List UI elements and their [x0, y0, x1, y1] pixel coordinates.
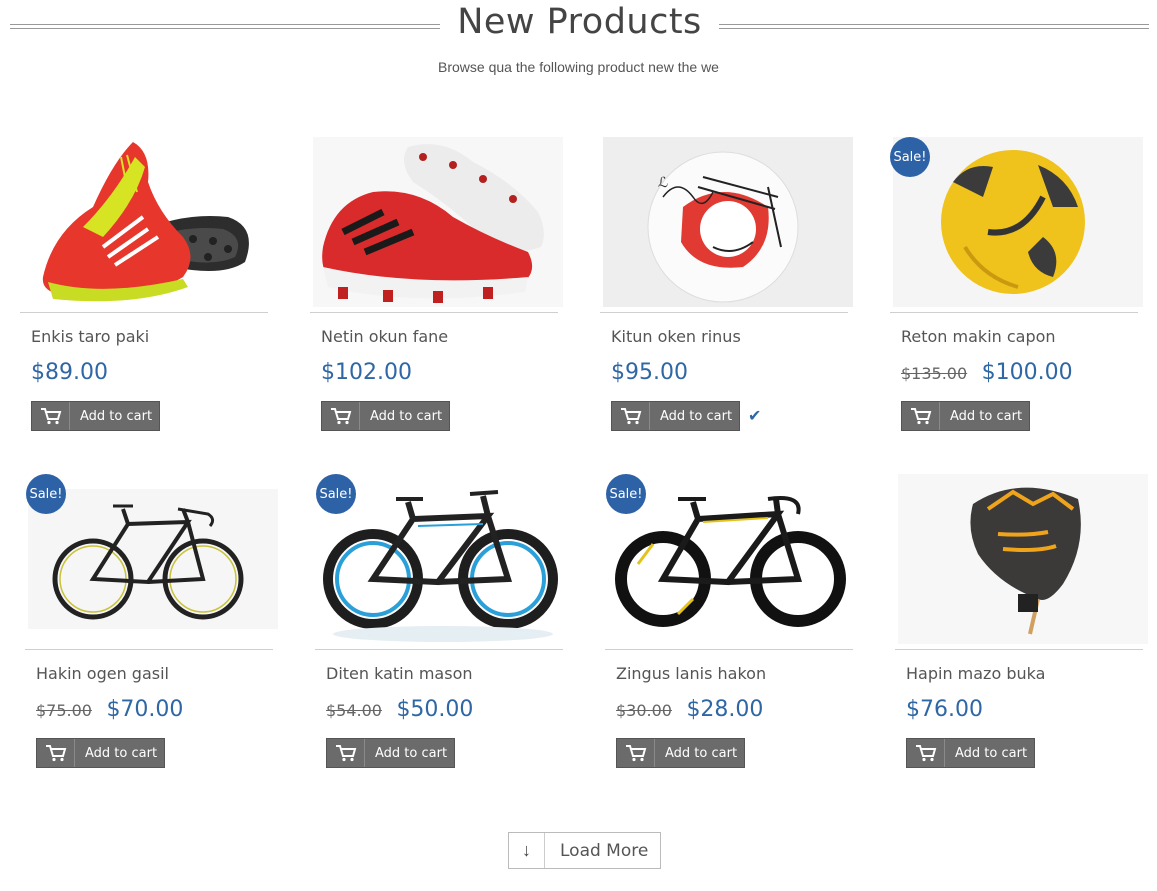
add-to-cart-label: Add to cart [660, 408, 733, 424]
product-card: Sale! Diten katin mason $54.00 $50.00 Ad… [315, 474, 568, 774]
product-old-price: $30.00 [616, 701, 672, 720]
product-prices: $102.00 [321, 360, 412, 385]
add-to-cart-label: Add to cart [950, 408, 1023, 424]
product-name[interactable]: Hakin ogen gasil [36, 664, 169, 683]
sale-badge: Sale! [606, 474, 646, 514]
product-name[interactable]: Reton makin capon [901, 327, 1056, 346]
add-to-cart-button[interactable]: Add to cart [36, 738, 165, 768]
add-to-cart-button[interactable]: Add to cart [321, 401, 450, 431]
product-prices: $89.00 [31, 360, 108, 385]
cart-icon [902, 402, 940, 430]
product-name[interactable]: Enkis taro paki [31, 327, 149, 346]
product-price: $95.00 [611, 360, 688, 385]
cart-icon [32, 402, 70, 430]
product-card: Sale! Reton makin capon $135.00 $100.00 … [890, 137, 1143, 437]
product-card: Sale! Hakin ogen gasil $75.00 $70.00 Add… [25, 474, 278, 774]
product-old-price: $75.00 [36, 701, 92, 720]
card-divider [890, 312, 1138, 313]
product-image-signed-ball[interactable]: ℒ [603, 137, 853, 307]
product-image-fat-bike[interactable] [318, 474, 568, 644]
arrow-down-icon: ↓ [509, 833, 545, 868]
product-price: $102.00 [321, 360, 412, 385]
add-to-cart-label: Add to cart [955, 745, 1028, 761]
product-prices: $75.00 $70.00 [36, 697, 183, 722]
product-name[interactable]: Netin okun fane [321, 327, 448, 346]
card-divider [895, 649, 1143, 650]
add-to-cart-button[interactable]: Add to cart [326, 738, 455, 768]
product-price: $28.00 [686, 697, 764, 722]
product-name[interactable]: Hapin mazo buka [906, 664, 1045, 683]
product-image-golf-driver[interactable] [898, 474, 1148, 644]
product-name[interactable]: Zingus lanis hakon [616, 664, 766, 683]
product-name[interactable]: Kitun oken rinus [611, 327, 741, 346]
cart-icon [327, 739, 365, 767]
section-subtitle: Browse qua the following product new the… [438, 59, 719, 75]
add-to-cart-label: Add to cart [370, 408, 443, 424]
product-old-price: $135.00 [901, 364, 968, 383]
section-header: New Products Browse qua the following pr… [0, 0, 1157, 90]
product-image-shoes[interactable] [23, 137, 273, 307]
card-divider [25, 649, 273, 650]
product-old-price: $54.00 [326, 701, 382, 720]
product-image-cleats[interactable] [313, 137, 563, 307]
sale-badge: Sale! [316, 474, 356, 514]
cart-icon [322, 402, 360, 430]
product-price: $89.00 [31, 360, 108, 385]
product-prices: $76.00 [906, 697, 983, 722]
product-name[interactable]: Diten katin mason [326, 664, 473, 683]
add-to-cart-label: Add to cart [665, 745, 738, 761]
product-card: ℒ Kitun oken rinus $95.00 Add to cart ✔ [600, 137, 853, 437]
load-more-button[interactable]: ↓ Load More [508, 832, 661, 869]
add-to-cart-button[interactable]: Add to cart [611, 401, 740, 431]
product-price: $70.00 [106, 697, 184, 722]
product-card: Netin okun fane $102.00 Add to cart [310, 137, 563, 437]
add-to-cart-button[interactable]: Add to cart [901, 401, 1030, 431]
cart-icon [612, 402, 650, 430]
add-to-cart-label: Add to cart [375, 745, 448, 761]
card-divider [605, 649, 853, 650]
add-to-cart-button[interactable]: Add to cart [31, 401, 160, 431]
product-prices: $54.00 $50.00 [326, 697, 473, 722]
title-rule-left [10, 24, 440, 29]
product-price: $76.00 [906, 697, 983, 722]
add-to-cart-label: Add to cart [85, 745, 158, 761]
cart-icon [907, 739, 945, 767]
card-divider [310, 312, 558, 313]
product-prices: $95.00 [611, 360, 688, 385]
load-more-label: Load More [560, 840, 649, 861]
product-image-road-bike[interactable] [28, 474, 278, 644]
add-to-cart-button[interactable]: Add to cart [906, 738, 1035, 768]
added-check-icon: ✔ [748, 408, 762, 425]
product-image-yellow-ball[interactable] [893, 137, 1143, 307]
card-divider [600, 312, 848, 313]
product-prices: $135.00 $100.00 [901, 360, 1073, 385]
cart-icon [37, 739, 75, 767]
svg-text:ℒ: ℒ [658, 175, 668, 191]
product-prices: $30.00 $28.00 [616, 697, 763, 722]
section-title: New Products [457, 2, 702, 42]
product-image-track-bike[interactable] [608, 474, 858, 644]
card-divider [20, 312, 268, 313]
product-price: $100.00 [981, 360, 1073, 385]
cart-icon [617, 739, 655, 767]
card-divider [315, 649, 563, 650]
product-card: Hapin mazo buka $76.00 Add to cart [895, 474, 1148, 774]
sale-badge: Sale! [26, 474, 66, 514]
sale-badge: Sale! [890, 137, 930, 177]
product-price: $50.00 [396, 697, 474, 722]
product-card: Sale! Zingus lanis hakon $30.00 $28.00 A… [605, 474, 858, 774]
product-card: Enkis taro paki $89.00 Add to cart [20, 137, 273, 437]
add-to-cart-button[interactable]: Add to cart [616, 738, 745, 768]
title-rule-right [719, 24, 1149, 29]
add-to-cart-label: Add to cart [80, 408, 153, 424]
